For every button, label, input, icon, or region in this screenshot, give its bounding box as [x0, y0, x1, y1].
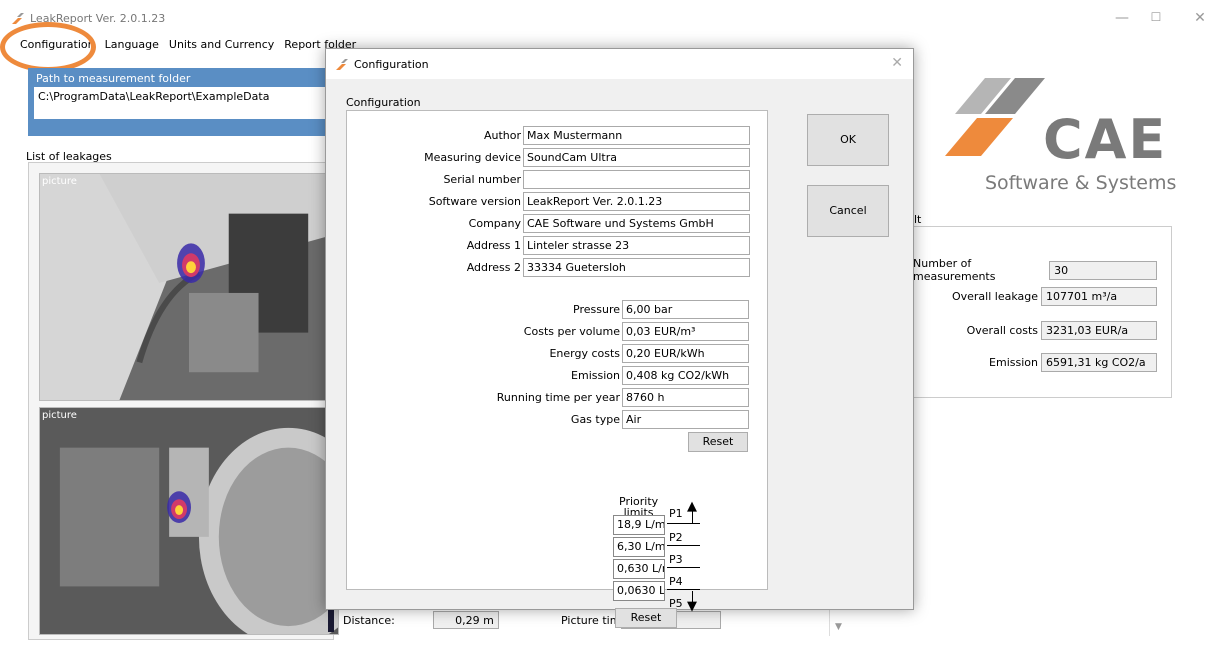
priority-tag-p2: P2 [669, 531, 683, 544]
field-address-1: Address 1 Linteler strasse 23 [347, 236, 750, 255]
software-version-input[interactable]: LeakReport Ver. 2.0.1.23 [523, 192, 750, 211]
costs-per-volume-input[interactable]: 0,03 EUR/m³ [622, 322, 749, 341]
param-gas-type: Gas type Air [347, 410, 749, 429]
field-software-version: Software version LeakReport Ver. 2.0.1.2… [347, 192, 750, 211]
thermal-image [40, 408, 338, 634]
color-scale-bar [328, 608, 334, 632]
cae-logo-icon [945, 78, 1045, 156]
stat-value: 107701 m³/a [1041, 287, 1157, 306]
field-serial-number: Serial number [347, 170, 750, 189]
serial-number-input[interactable] [523, 170, 750, 189]
priority-tag-p4: P4 [669, 575, 683, 588]
measuring-device-input[interactable]: SoundCam Ultra [523, 148, 750, 167]
emission-input[interactable]: 0,408 kg CO2/kWh [622, 366, 749, 385]
menu-language[interactable]: Language [100, 36, 164, 56]
path-label: Path to measurement folder [36, 72, 191, 85]
picture-label: picture [42, 410, 77, 421]
arrow-up-shaft [692, 510, 693, 524]
stat-value: 3231,03 EUR/a [1041, 321, 1157, 340]
window-titlebar: LeakReport Ver. 2.0.1.23 — ☐ ✕ [0, 0, 1218, 36]
running-time-input[interactable]: 8760 h [622, 388, 749, 407]
address-2-input[interactable]: 33334 Guetersloh [523, 258, 750, 277]
param-running-time: Running time per year 8760 h [347, 388, 749, 407]
app-logo-icon [12, 13, 24, 24]
dialog-title: Configuration [354, 58, 429, 71]
priority-limit-1-input[interactable]: 18,9 L/m [613, 515, 665, 535]
energy-costs-input[interactable]: 0,20 EUR/kWh [622, 344, 749, 363]
logo-subtitle: Software & Systems [985, 172, 1177, 194]
stat-value: 30 [1049, 260, 1157, 280]
pressure-input[interactable]: 6,00 bar [622, 300, 749, 319]
picture-label: picture [42, 176, 77, 187]
priority-divider [667, 545, 700, 546]
param-costs-per-volume: Costs per volume 0,03 EUR/m³ [347, 322, 749, 341]
highlight-annotation [0, 22, 96, 72]
field-measuring-device: Measuring device SoundCam Ultra [347, 148, 750, 167]
author-input[interactable]: Max Mustermann [523, 126, 750, 145]
priority-limit-2-input[interactable]: 6,30 L/m [613, 537, 665, 557]
stat-overall-leakage: Overall leakage 107701 m³/a [952, 287, 1157, 306]
field-author: Author Max Mustermann [347, 126, 750, 145]
result-panel: Number of measurements 30 Overall leakag… [912, 226, 1172, 398]
stat-number-measurements: Number of measurements 30 [913, 257, 1157, 283]
param-pressure: Pressure 6,00 bar [347, 300, 749, 319]
param-energy-costs: Energy costs 0,20 EUR/kWh [347, 344, 749, 363]
priority-limit-3-input[interactable]: 0,630 L/r [613, 559, 665, 579]
priority-tag-p1: P1 [669, 507, 683, 520]
reset-button[interactable]: Reset [688, 432, 748, 452]
app-logo-icon [336, 59, 348, 70]
stat-emission: Emission 6591,31 kg CO2/a [989, 353, 1157, 372]
leak-picture[interactable]: picture [39, 173, 339, 401]
leak-picture[interactable]: picture [39, 407, 339, 635]
cancel-button[interactable]: Cancel [807, 185, 889, 237]
dialog-titlebar: Configuration ✕ [326, 49, 913, 79]
leakages-list[interactable]: picture picture [28, 162, 339, 640]
scroll-down-arrow-icon[interactable]: ▼ [829, 610, 847, 636]
path-field[interactable]: C:\ProgramData\LeakReport\ExampleData [34, 87, 328, 119]
address-1-input[interactable]: Linteler strasse 23 [523, 236, 750, 255]
close-button[interactable]: ✕ [1190, 10, 1210, 26]
distance-label: Distance: [343, 613, 395, 627]
priority-tag-p3: P3 [669, 553, 683, 566]
priority-divider [667, 523, 700, 524]
minimize-button[interactable]: — [1112, 10, 1132, 26]
result-heading: lt [914, 213, 922, 226]
priority-divider [667, 589, 700, 590]
company-input[interactable]: CAE Software und Systems GmbH [523, 214, 750, 233]
thermal-image [40, 174, 338, 400]
gas-type-input[interactable]: Air [622, 410, 749, 429]
stat-value: 6591,31 kg CO2/a [1041, 353, 1157, 372]
field-address-2: Address 2 33334 Guetersloh [347, 258, 750, 277]
priority-reset-button[interactable]: Reset [615, 608, 677, 628]
distance-value: 0,29 m [432, 611, 499, 629]
config-group-label: Configuration [346, 96, 421, 109]
maximize-button[interactable]: ☐ [1146, 10, 1166, 24]
logo-name: CAE [1043, 108, 1168, 171]
param-emission: Emission 0,408 kg CO2/kWh [347, 366, 749, 385]
priority-divider [667, 567, 700, 568]
config-group: Author Max Mustermann Measuring device S… [346, 110, 768, 628]
distance-row: Distance: 0,29 m [343, 611, 499, 629]
field-company: Company CAE Software und Systems GmbH [347, 214, 750, 233]
configuration-dialog: Configuration ✕ Configuration Author Max… [325, 48, 914, 628]
stat-overall-costs: Overall costs 3231,03 EUR/a [967, 321, 1157, 340]
path-panel: Path to measurement folder C:\ProgramDat… [28, 68, 328, 136]
dialog-close-icon[interactable]: ✕ [891, 55, 903, 71]
arrow-down-icon: ▼ [687, 599, 697, 614]
menu-units-currency[interactable]: Units and Currency [164, 36, 279, 56]
priority-limit-4-input[interactable]: 0,0630 L [613, 581, 665, 601]
ok-button[interactable]: OK [807, 114, 889, 166]
